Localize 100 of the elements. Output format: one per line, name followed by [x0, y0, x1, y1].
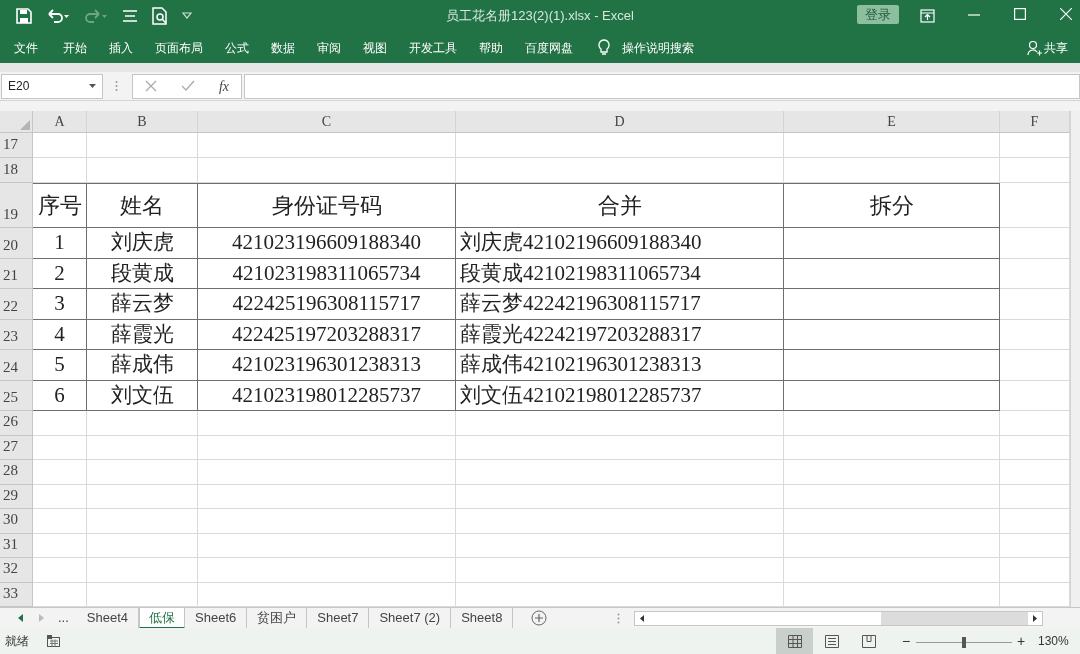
ribbon-tab[interactable]: 视图: [352, 38, 398, 57]
person-add-icon[interactable]: [1027, 39, 1042, 56]
table-cell: 422425197203288317: [198, 320, 456, 350]
table-cell: 薛云梦42242196308115717: [456, 289, 784, 320]
row-header[interactable]: 19: [0, 183, 33, 228]
insert-function-button[interactable]: fx: [218, 75, 229, 97]
row-header[interactable]: 23: [0, 320, 33, 350]
table-cell: 刘文伍42102198012285737: [456, 381, 784, 411]
redo-icon[interactable]: [84, 8, 108, 24]
table-cell: 段黄成42102198311065734: [456, 259, 784, 289]
name-box[interactable]: E20: [1, 73, 103, 99]
lightbulb-icon: [598, 39, 610, 56]
empty-cell[interactable]: [784, 228, 1000, 259]
table-cell: 2: [33, 259, 87, 289]
ribbon-tab[interactable]: 百度网盘: [514, 38, 584, 57]
cancel-icon[interactable]: [144, 80, 157, 92]
table-cell: 6: [33, 381, 87, 411]
ribbon-tab[interactable]: 页面布局: [144, 38, 214, 57]
empty-cell[interactable]: [784, 381, 1000, 411]
grid-icon: [787, 634, 802, 648]
ribbon-tab[interactable]: 文件: [0, 38, 52, 57]
row-header[interactable]: 18: [0, 158, 33, 183]
table-cell: 5: [33, 350, 87, 381]
empty-cell[interactable]: [784, 289, 1000, 320]
empty-cell[interactable]: [784, 259, 1000, 289]
save-icon[interactable]: [16, 8, 32, 24]
splitter-icon[interactable]: [617, 612, 621, 624]
empty-cell[interactable]: [784, 320, 1000, 350]
scrollbar-thumb[interactable]: [649, 611, 882, 625]
ribbon-tab[interactable]: 审阅: [306, 38, 352, 57]
vertical-scrollbar[interactable]: [1070, 111, 1080, 607]
zoom-slider-thumb[interactable]: [962, 637, 966, 648]
table-cell: 4: [33, 320, 87, 350]
column-header[interactable]: B: [87, 111, 198, 132]
row-header[interactable]: 33: [0, 582, 33, 607]
status-text: 就绪: [5, 633, 29, 650]
close-icon[interactable]: [1060, 8, 1072, 20]
ribbon-tab[interactable]: 开始: [52, 38, 98, 57]
table-cell: 刘庆虎42102196609188340: [456, 228, 784, 259]
share-button[interactable]: 共享: [1044, 38, 1068, 57]
header-cell: 身份证号码: [198, 183, 456, 228]
ribbon-tab[interactable]: 插入: [98, 38, 144, 57]
column-header[interactable]: C: [198, 111, 456, 132]
ribbon-tab[interactable]: 公式: [214, 38, 260, 57]
caret-icon[interactable]: [89, 84, 96, 88]
sheet-tab[interactable]: 低保: [139, 607, 186, 629]
dropdown-icon[interactable]: [182, 12, 192, 20]
row-header[interactable]: 24: [0, 350, 33, 381]
table-cell: 刘庆虎: [87, 228, 198, 259]
row-header[interactable]: 20: [0, 228, 33, 259]
header-cell: 序号: [33, 183, 87, 228]
header-cell: 合并: [456, 183, 784, 228]
table-cell: 薛霞光42242197203288317: [456, 320, 784, 350]
header-cell: 拆分: [784, 183, 1000, 228]
column-header[interactable]: A: [33, 111, 87, 132]
row-header[interactable]: 27: [0, 435, 33, 460]
tell-me-search[interactable]: 操作说明搜索: [622, 38, 694, 57]
ribbon-tab[interactable]: 数据: [260, 38, 306, 57]
ribbon-tab[interactable]: 帮助: [468, 38, 514, 57]
table-cell: 薛云梦: [87, 289, 198, 320]
table-cell: 421023198311065734: [198, 259, 456, 289]
zoom-level[interactable]: 130%: [1038, 632, 1069, 650]
row-header[interactable]: 30: [0, 509, 33, 534]
minimize-icon[interactable]: [968, 14, 980, 16]
row-header[interactable]: 31: [0, 533, 33, 558]
row-header[interactable]: 26: [0, 411, 33, 436]
column-header[interactable]: D: [456, 111, 784, 132]
page-icon: [824, 634, 839, 648]
undo-icon[interactable]: [46, 8, 70, 24]
row-header[interactable]: 28: [0, 460, 33, 485]
add-sheet-icon[interactable]: [531, 610, 548, 626]
lines-icon[interactable]: [122, 9, 138, 23]
horizontal-scrollbar[interactable]: [634, 610, 1044, 626]
maximize-icon[interactable]: [1014, 8, 1026, 20]
empty-cell[interactable]: [784, 350, 1000, 381]
macro-record-icon[interactable]: [47, 635, 60, 647]
zoom-slider[interactable]: [916, 637, 1012, 648]
print-preview-icon[interactable]: [152, 7, 168, 25]
login-button[interactable]: 登录: [857, 5, 899, 24]
row-header[interactable]: 29: [0, 484, 33, 509]
table-cell: 薛霞光: [87, 320, 198, 350]
table-cell: 421023196609188340: [198, 228, 456, 259]
row-header[interactable]: 17: [0, 133, 33, 158]
zoom-out-button[interactable]: −: [902, 630, 911, 652]
check-icon[interactable]: [180, 80, 195, 92]
scroll-left-icon[interactable]: [635, 611, 650, 625]
triangle-icon: [20, 120, 30, 130]
row-header[interactable]: 21: [0, 259, 33, 289]
row-header[interactable]: 32: [0, 558, 33, 583]
row-header[interactable]: 25: [0, 381, 33, 411]
view-button[interactable]: [776, 628, 813, 654]
zoom-in-button[interactable]: +: [1017, 630, 1026, 652]
formula-input[interactable]: [244, 73, 1080, 99]
column-header[interactable]: E: [784, 111, 1000, 132]
row-header[interactable]: 22: [0, 289, 33, 320]
ribbon-display-icon[interactable]: [920, 9, 935, 23]
more-sheets[interactable]: ...: [58, 608, 69, 628]
scroll-right-icon[interactable]: [1028, 611, 1043, 625]
ribbon-tab[interactable]: 开发工具: [398, 38, 468, 57]
table-cell: 刘文伍: [87, 381, 198, 411]
